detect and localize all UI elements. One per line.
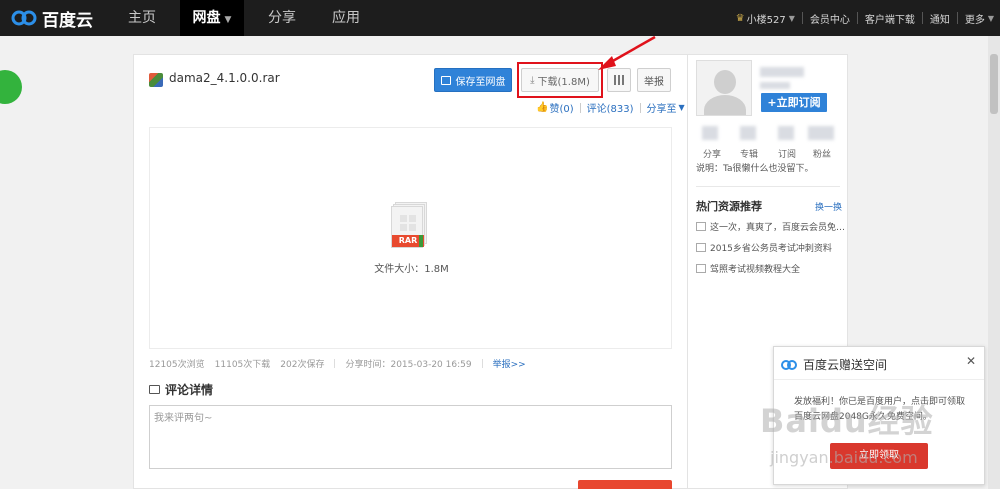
avatar[interactable]: [696, 60, 752, 116]
rar-stripe: [419, 235, 423, 247]
watermark-url: jingyan.baidu.com: [770, 448, 918, 467]
list-item[interactable]: 2015乡省公务员考试冲刺资料: [696, 241, 844, 254]
thumbs-up-icon[interactable]: 👍: [536, 102, 548, 113]
document-icon: [696, 264, 706, 273]
subscribe-button[interactable]: +立即订阅: [761, 93, 827, 112]
like-link[interactable]: 赞(0): [549, 100, 573, 115]
annotation-highlight-box: [517, 62, 603, 98]
refresh-recommendations-link[interactable]: 换一换: [815, 200, 842, 213]
client-download-link[interactable]: 客户端下载: [865, 11, 915, 26]
hot-item-title: 这一次，真爽了，百度云会员免…: [710, 223, 844, 233]
hot-resources-title: 热门资源推荐: [696, 200, 762, 213]
floating-green-widget[interactable]: [0, 70, 22, 104]
comment-input[interactable]: 我来评两句~: [149, 405, 672, 469]
nav-home[interactable]: 主页: [118, 0, 166, 36]
blurred-count: [808, 126, 834, 140]
chevron-down-icon: ▼: [224, 15, 232, 25]
list-item[interactable]: 驾照考试视频教程大全: [696, 262, 844, 275]
cloud-logo-icon: [781, 359, 797, 370]
divider: [639, 102, 641, 113]
submit-comment-button[interactable]: [578, 480, 672, 489]
username[interactable]: 小楼527: [747, 11, 786, 26]
nav-apps[interactable]: 应用: [322, 0, 370, 36]
file-stats: 12105次浏览 11105次下载 202次保存 分享时间：2015-03-20…: [149, 357, 536, 370]
notifications-link[interactable]: 通知: [930, 11, 950, 26]
divider: [921, 12, 923, 24]
page-scrollbar[interactable]: [988, 36, 1000, 489]
file-share-card: dama2_4.1.0.0.rar 保存至网盘 ⤓ 下载(1.8M) 举报 👍 …: [133, 54, 688, 489]
page-front: RAR: [391, 206, 424, 248]
chevron-down-icon[interactable]: ▼: [789, 14, 795, 23]
nav-share[interactable]: 分享: [258, 0, 306, 36]
list-item[interactable]: 这一次，真爽了，百度云会员免…: [696, 220, 844, 233]
blurred-count: [740, 126, 756, 140]
share-time: 分享时间：2015-03-20 16:59: [345, 360, 472, 370]
blurred-level: [760, 82, 790, 89]
file-name: dama2_4.1.0.0.rar: [169, 71, 280, 85]
sidebar-divider: [696, 186, 840, 187]
subscription-count-label[interactable]: 订阅: [778, 147, 796, 160]
comment-placeholder: 我来评两句~: [154, 413, 213, 424]
share-count-label[interactable]: 分享: [703, 147, 721, 160]
album-count-label[interactable]: 专辑: [740, 147, 758, 160]
qr-code-button[interactable]: [607, 68, 631, 92]
chevron-down-icon[interactable]: ▼: [679, 103, 685, 112]
qr-code-icon: [614, 75, 624, 85]
netdisk-icon: [440, 75, 451, 85]
member-center-link[interactable]: 会员中心: [810, 11, 850, 26]
divider: [334, 359, 336, 368]
more-menu[interactable]: 更多: [965, 11, 985, 26]
view-count: 12105次浏览: [149, 360, 205, 370]
rar-file-icon: [149, 73, 163, 87]
hot-item-title: 2015乡省公务员考试冲刺资料: [710, 244, 832, 254]
close-icon[interactable]: ✕: [966, 354, 976, 368]
divider: [481, 359, 483, 368]
save-count: 202次保存: [280, 360, 325, 370]
social-actions: 👍 赞(0) 评论(833) 分享至 ▼: [536, 100, 685, 115]
blurred-username: [760, 67, 804, 77]
comment-bubble-icon: [149, 385, 160, 394]
comments-heading: 评论详情: [149, 381, 213, 398]
blurred-count: [778, 126, 794, 140]
report-link[interactable]: 举报>>: [493, 357, 526, 370]
comment-link[interactable]: 评论(833): [587, 100, 634, 115]
divider: [579, 102, 581, 113]
rar-archive-icon: RAR: [391, 202, 427, 248]
logo-text: 百度云: [42, 10, 93, 31]
document-icon: [696, 243, 706, 252]
blurred-count: [702, 126, 718, 140]
popup-title: 百度云赠送空间: [803, 358, 888, 372]
divider: [801, 12, 803, 24]
avatar-head: [714, 70, 736, 94]
comments-title: 评论详情: [165, 383, 214, 397]
baidu-yun-logo[interactable]: 百度云: [10, 6, 93, 31]
file-size: 文件大小：1.8M: [374, 264, 449, 275]
save-button-label: 保存至网盘: [455, 76, 506, 88]
cloud-logo-icon: [11, 10, 37, 26]
scrollbar-thumb[interactable]: [990, 54, 998, 114]
nav-netdisk[interactable]: 网盘 ▼: [180, 0, 244, 36]
divider: [774, 379, 984, 380]
report-button[interactable]: 举报: [637, 68, 671, 92]
popup-header: 百度云赠送空间: [780, 356, 887, 373]
avatar-body: [704, 95, 746, 115]
chevron-down-icon[interactable]: ▼: [988, 14, 994, 23]
nav-netdisk-label: 网盘: [192, 10, 221, 26]
archive-grid-icon: [400, 215, 416, 231]
share-to-link[interactable]: 分享至: [647, 100, 677, 115]
download-count: 11105次下载: [214, 360, 271, 370]
crown-icon: ♛: [735, 12, 745, 24]
user-nav: ♛ 小楼527 ▼ 会员中心 客户端下载 通知 更多 ▼: [736, 0, 994, 36]
document-icon: [696, 222, 706, 231]
top-nav-bar: 百度云 主页 网盘 ▼ 分享 应用 ♛ 小楼527 ▼ 会员中心 客户端下载 通知 …: [0, 0, 1000, 36]
hot-item-title: 驾照考试视频教程大全: [710, 265, 801, 275]
fans-count-label[interactable]: 粉丝: [813, 147, 831, 160]
divider: [856, 12, 858, 24]
divider: [956, 12, 958, 24]
baidu-jingyan-watermark: Baidu经验: [760, 402, 934, 440]
file-preview-area: RAR 文件大小：1.8M: [149, 127, 672, 349]
sharer-description: 说明：Ta很懒什么也没留下。: [696, 164, 814, 174]
save-to-netdisk-button[interactable]: 保存至网盘: [434, 68, 512, 92]
